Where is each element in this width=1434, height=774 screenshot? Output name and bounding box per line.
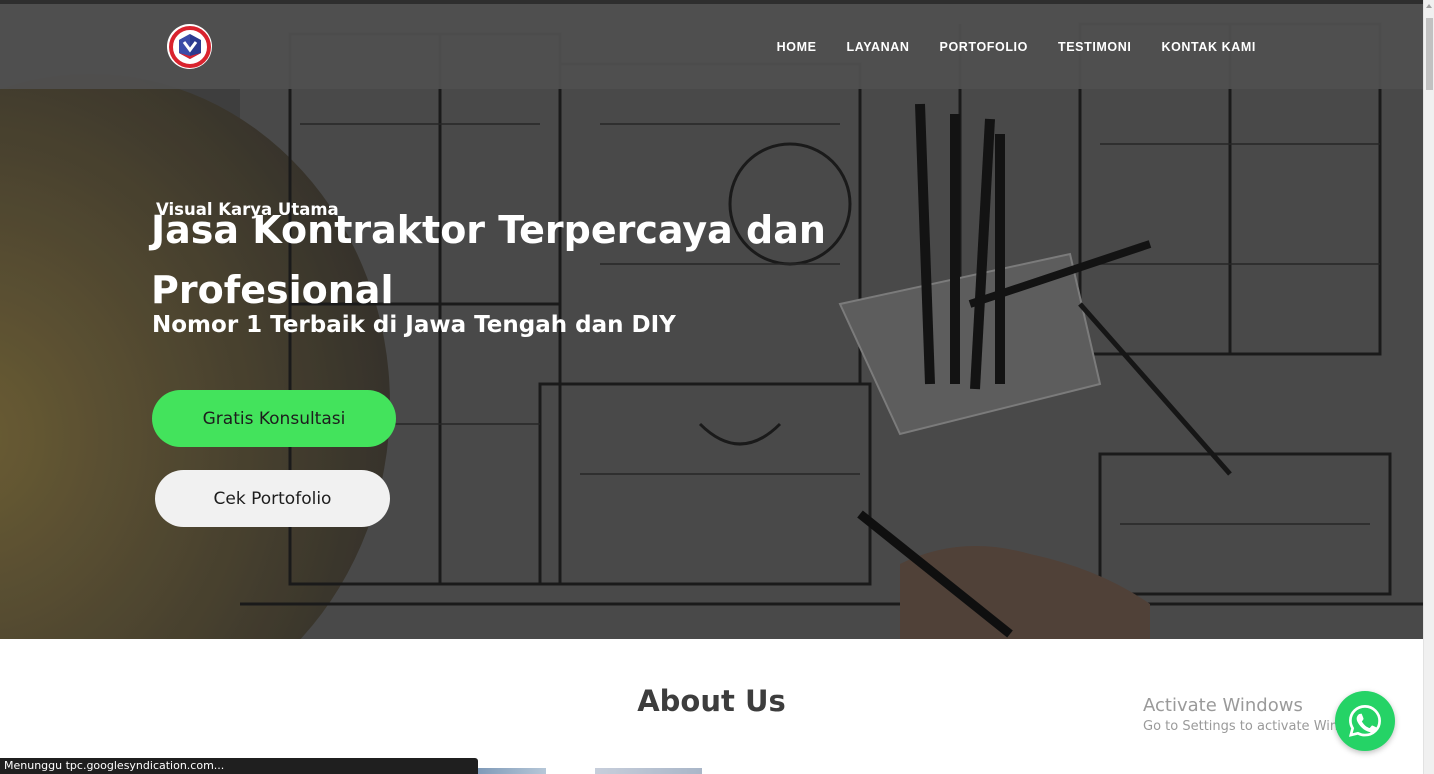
logo-mark-icon — [168, 25, 211, 68]
free-consultation-button[interactable]: Gratis Konsultasi — [152, 390, 396, 447]
nav-services[interactable]: LAYANAN — [847, 40, 910, 54]
page-scrollbar[interactable] — [1423, 0, 1434, 774]
nav-testimonials[interactable]: TESTIMONI — [1058, 40, 1131, 54]
about-image — [595, 768, 702, 774]
about-text-peek — [730, 768, 1250, 774]
hero-title: Jasa Kontraktor Terpercaya dan Profesion… — [151, 208, 826, 312]
page: Visual Karya Utama Jasa Kontraktor Terpe… — [0, 0, 1434, 774]
hero-section: Visual Karya Utama Jasa Kontraktor Terpe… — [0, 4, 1423, 639]
scroll-up-arrow-icon[interactable] — [1426, 4, 1432, 8]
hero-subtitle: Nomor 1 Terbaik di Jawa Tengah dan DIY — [152, 312, 676, 338]
browser-status-bar: Menunggu tpc.googlesyndication.com... — [0, 758, 478, 774]
main-nav: HOME LAYANAN PORTOFOLIO TESTIMONI KONTAK… — [777, 4, 1256, 89]
nav-portfolio[interactable]: PORTOFOLIO — [940, 40, 1028, 54]
whatsapp-chat-button[interactable] — [1335, 691, 1395, 751]
nav-home[interactable]: HOME — [777, 40, 817, 54]
view-portfolio-button[interactable]: Cek Portofolio — [155, 470, 390, 527]
whatsapp-icon — [1348, 705, 1381, 737]
company-logo-icon[interactable] — [167, 24, 212, 69]
hero-content: Visual Karya Utama Jasa Kontraktor Terpe… — [0, 4, 1423, 639]
nav-contact[interactable]: KONTAK KAMI — [1161, 40, 1256, 54]
navbar: HOME LAYANAN PORTOFOLIO TESTIMONI KONTAK… — [0, 4, 1423, 89]
about-image — [478, 768, 546, 774]
scrollbar-thumb[interactable] — [1426, 18, 1433, 90]
